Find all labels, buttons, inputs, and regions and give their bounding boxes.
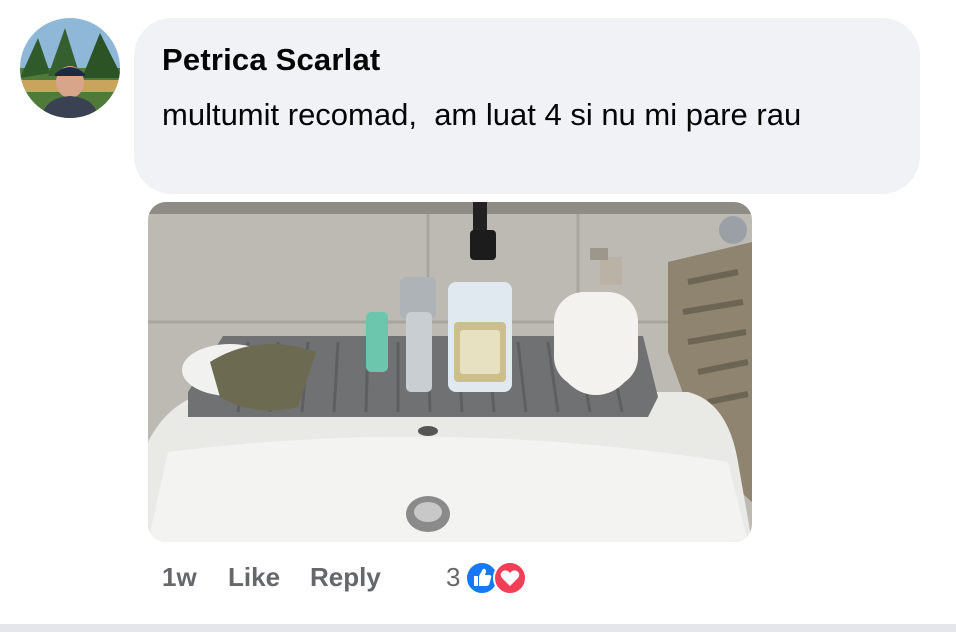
comment-author-name[interactable]: Petrica Scarlat	[162, 42, 380, 78]
author-avatar[interactable]	[20, 18, 120, 118]
reaction-icons[interactable]	[464, 560, 534, 596]
comment-photo[interactable]	[148, 202, 752, 542]
reply-button[interactable]: Reply	[310, 562, 381, 593]
comment-text: multumit recomad, am luat 4 si nu mi par…	[162, 97, 802, 132]
comment-timestamp[interactable]: 1w	[162, 562, 197, 593]
reaction-count[interactable]: 3	[446, 562, 460, 593]
bottom-divider	[0, 624, 956, 632]
like-button[interactable]: Like	[228, 562, 280, 593]
love-reaction-icon	[493, 561, 527, 595]
comment-bubble: Petrica Scarlat multumit recomad, am lua…	[134, 18, 920, 194]
